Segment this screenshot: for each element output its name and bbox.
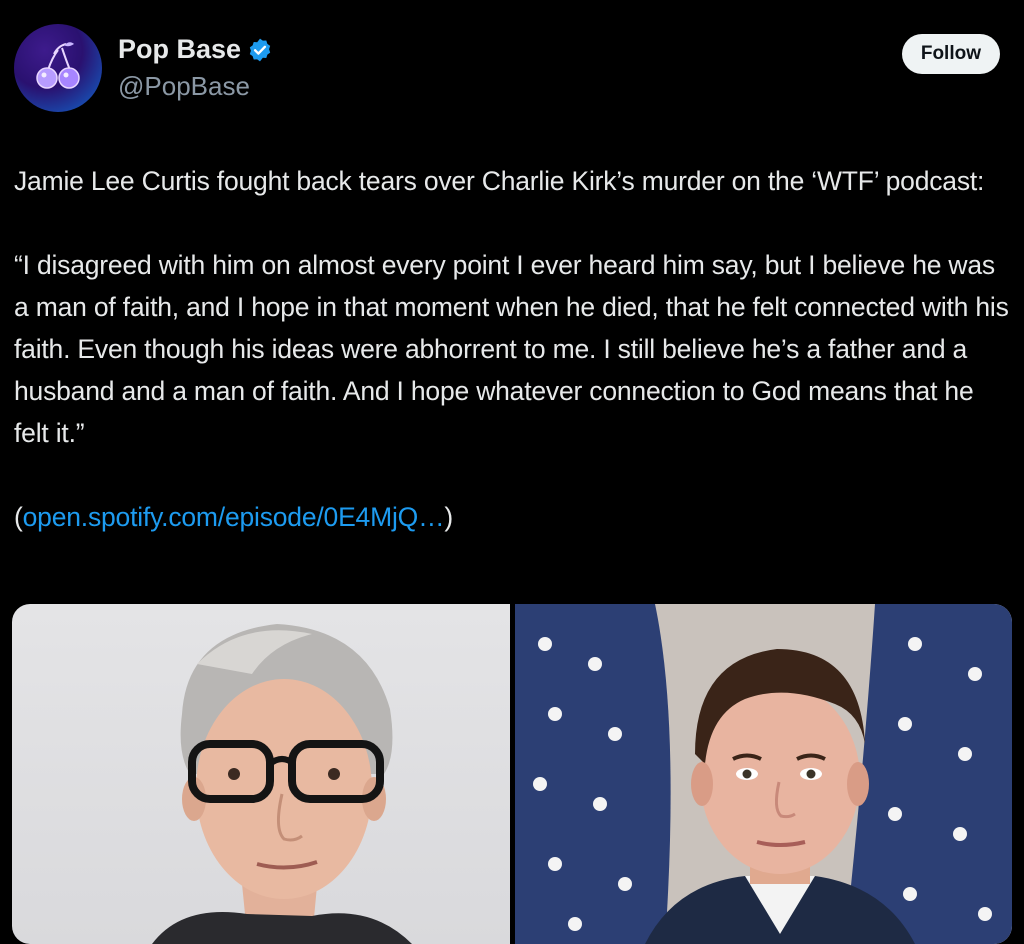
post-quote: “I disagreed with him on almost every po…	[14, 250, 1009, 448]
paren-open: (	[14, 502, 23, 532]
account-name[interactable]: Pop Base	[118, 34, 241, 65]
post-text: Jamie Lee Curtis fought back tears over …	[14, 160, 1010, 580]
post-link-line: (open.spotify.com/episode/0E4MjQ…)	[14, 496, 1010, 538]
follow-button[interactable]: Follow	[901, 34, 1000, 74]
man-flags-portrait-photo[interactable]	[514, 604, 1012, 944]
account-handle[interactable]: @PopBase	[118, 71, 250, 102]
verified-badge-icon	[249, 38, 271, 61]
name-row: Pop Base	[118, 34, 273, 65]
avatar[interactable]	[14, 24, 102, 112]
post-header: Pop Base @PopBase Follow	[14, 24, 1004, 114]
paren-close: )	[444, 502, 453, 532]
spotify-link[interactable]: open.spotify.com/episode/0E4MjQ…	[23, 502, 445, 532]
media-grid	[12, 604, 1012, 944]
flags-portrait-illustration	[514, 604, 1012, 944]
portrait-illustration	[152, 624, 412, 944]
cherry-icon	[36, 42, 80, 89]
post-intro: Jamie Lee Curtis fought back tears over …	[14, 166, 985, 196]
woman-glasses-portrait-photo[interactable]	[12, 604, 510, 944]
